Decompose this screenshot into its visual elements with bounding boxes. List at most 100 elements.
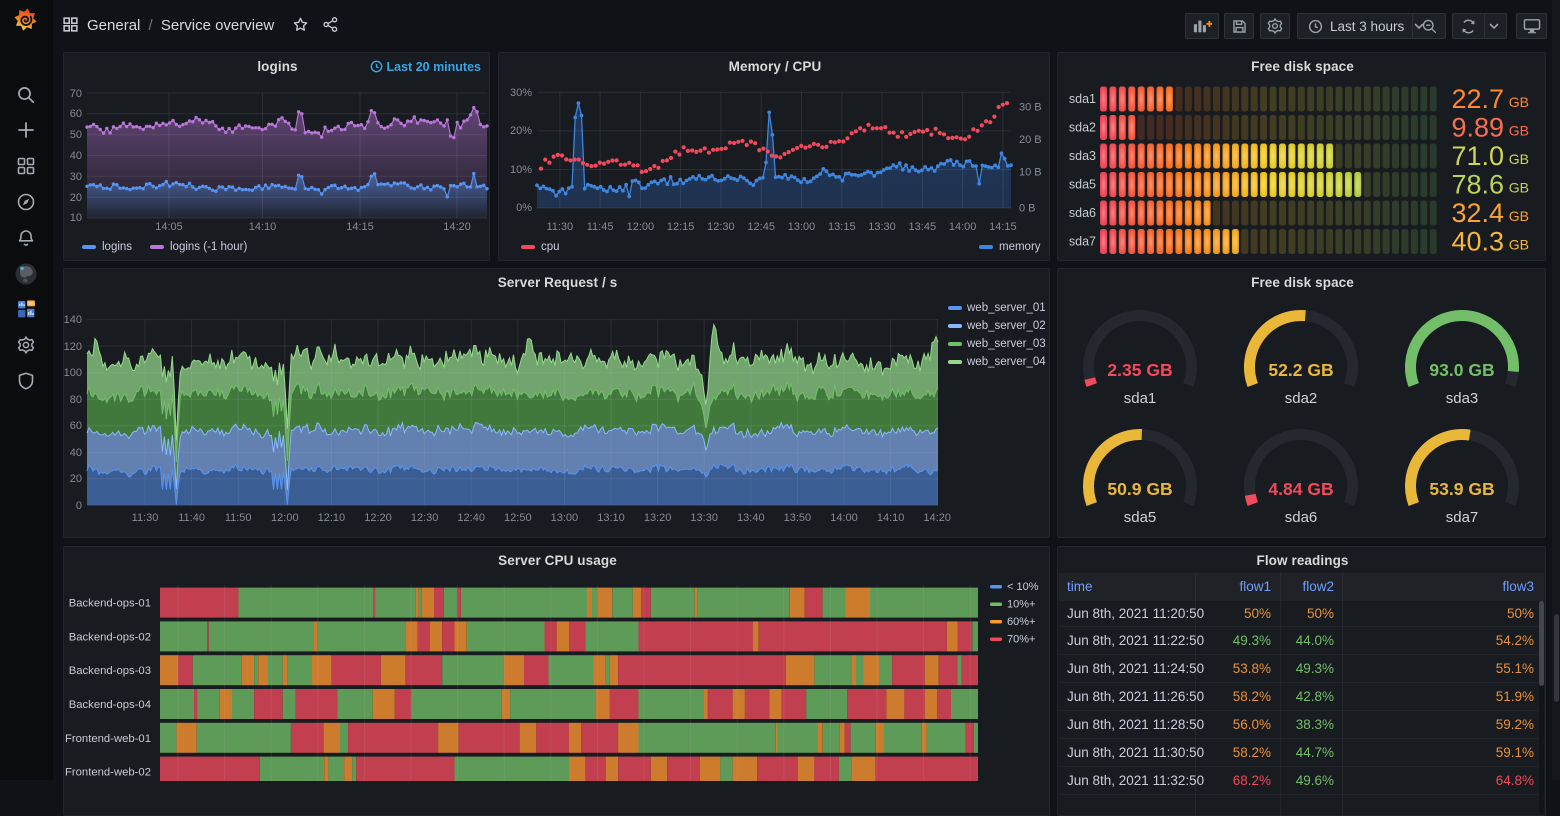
svg-text:14:00: 14:00 [830,512,858,524]
svg-text:60: 60 [70,420,82,432]
svg-text:13:15: 13:15 [828,221,856,233]
svg-text:14:20: 14:20 [923,512,951,524]
svg-text:13:00: 13:00 [788,221,816,233]
svg-text:12:00: 12:00 [271,512,299,524]
svg-text:sda1: sda1 [1069,92,1096,106]
svg-text:13:30: 13:30 [690,512,718,524]
svg-text:sda2: sda2 [1069,121,1096,135]
svg-text:11:30: 11:30 [546,221,573,233]
svg-text:100: 100 [64,367,82,379]
svg-text:40: 40 [70,150,82,162]
svg-text:sda3: sda3 [1069,149,1096,163]
svg-text:12:50: 12:50 [504,512,532,524]
svg-text:32.4: 32.4 [1451,198,1504,228]
svg-text:web_server_04: web_server_04 [966,356,1046,368]
svg-text:logins: logins [102,241,132,253]
svg-text:sda6: sda6 [1069,206,1096,220]
svg-text:10%+: 10%+ [1007,599,1035,611]
svg-text:140: 140 [64,314,82,326]
svg-text:Backend-ops-01: Backend-ops-01 [69,598,151,610]
svg-text:14:10: 14:10 [877,512,905,524]
svg-text:40.3: 40.3 [1451,227,1504,257]
svg-text:13:00: 13:00 [551,512,579,524]
svg-text:60: 60 [70,108,82,120]
svg-text:logins (-1 hour): logins (-1 hour) [170,241,248,253]
svg-text:12:45: 12:45 [747,221,775,233]
svg-text:50: 50 [70,129,82,141]
svg-text:11:45: 11:45 [587,221,614,233]
svg-text:14:00: 14:00 [949,221,977,233]
svg-text:12:15: 12:15 [667,221,695,233]
svg-text:sda5: sda5 [1069,178,1096,192]
svg-text:12:40: 12:40 [457,512,485,524]
svg-text:< 10%: < 10% [1007,581,1039,593]
svg-text:80: 80 [70,394,82,406]
svg-text:sda5: sda5 [1124,509,1157,526]
svg-text:GB: GB [1509,123,1529,139]
svg-text:GB: GB [1509,208,1529,224]
svg-text:71.0: 71.0 [1451,141,1504,171]
svg-text:sda3: sda3 [1446,390,1479,407]
svg-text:9.89: 9.89 [1451,113,1504,143]
svg-text:12:30: 12:30 [411,512,439,524]
svg-text:30 B: 30 B [1019,101,1042,113]
svg-text:78.6: 78.6 [1451,170,1504,200]
svg-text:10%: 10% [510,164,532,176]
svg-text:13:20: 13:20 [644,512,672,524]
svg-text:11:40: 11:40 [178,512,205,524]
svg-text:14:10: 14:10 [249,221,277,233]
svg-text:sda7: sda7 [1069,235,1096,249]
svg-text:Backend-ops-03: Backend-ops-03 [69,665,151,677]
svg-text:10 B: 10 B [1019,167,1042,179]
svg-text:GB: GB [1509,151,1529,167]
svg-text:60%+: 60%+ [1007,616,1035,628]
svg-text:GB: GB [1509,237,1529,253]
svg-text:web_server_01: web_server_01 [966,302,1046,314]
svg-text:12:30: 12:30 [707,221,735,233]
svg-text:cpu: cpu [541,241,560,253]
svg-text:30: 30 [70,171,82,183]
svg-text:13:30: 13:30 [868,221,896,233]
svg-text:30%: 30% [510,87,532,99]
svg-text:4.84 GB: 4.84 GB [1268,479,1333,499]
svg-text:sda2: sda2 [1285,390,1318,407]
svg-text:22.7: 22.7 [1451,84,1504,114]
svg-text:20: 20 [70,473,82,485]
svg-text:memory: memory [999,241,1041,253]
svg-text:Backend-ops-02: Backend-ops-02 [69,631,151,643]
svg-text:53.9 GB: 53.9 GB [1429,479,1494,499]
svg-text:sda7: sda7 [1446,509,1479,526]
svg-text:40: 40 [70,447,82,459]
svg-text:20: 20 [70,192,82,204]
svg-text:12:20: 12:20 [364,512,392,524]
svg-text:2.35 GB: 2.35 GB [1107,360,1172,380]
svg-text:web_server_03: web_server_03 [966,338,1046,350]
svg-text:Frontend-web-02: Frontend-web-02 [65,767,151,779]
svg-text:0%: 0% [516,202,532,214]
svg-text:50.9 GB: 50.9 GB [1107,479,1172,499]
svg-text:GB: GB [1509,94,1529,110]
svg-text:52.2 GB: 52.2 GB [1268,360,1333,380]
svg-text:GB: GB [1509,180,1529,196]
svg-text:Frontend-web-01: Frontend-web-01 [65,733,151,745]
svg-text:13:50: 13:50 [784,512,812,524]
svg-text:10: 10 [70,212,82,224]
svg-text:12:10: 12:10 [318,512,346,524]
svg-text:93.0 GB: 93.0 GB [1429,360,1494,380]
svg-text:120: 120 [64,341,82,353]
svg-text:13:40: 13:40 [737,512,765,524]
svg-text:13:45: 13:45 [909,221,937,233]
svg-text:11:30: 11:30 [132,512,159,524]
svg-text:12:00: 12:00 [627,221,655,233]
svg-text:web_server_02: web_server_02 [966,320,1046,332]
svg-text:13:10: 13:10 [597,512,625,524]
svg-text:11:50: 11:50 [225,512,252,524]
svg-text:0: 0 [76,500,82,512]
svg-text:14:15: 14:15 [346,221,374,233]
svg-text:14:20: 14:20 [443,221,471,233]
svg-text:70%+: 70%+ [1007,634,1035,646]
svg-text:0 B: 0 B [1019,203,1036,215]
svg-text:14:15: 14:15 [989,221,1017,233]
svg-text:14:05: 14:05 [155,221,183,233]
svg-text:20 B: 20 B [1019,134,1042,146]
